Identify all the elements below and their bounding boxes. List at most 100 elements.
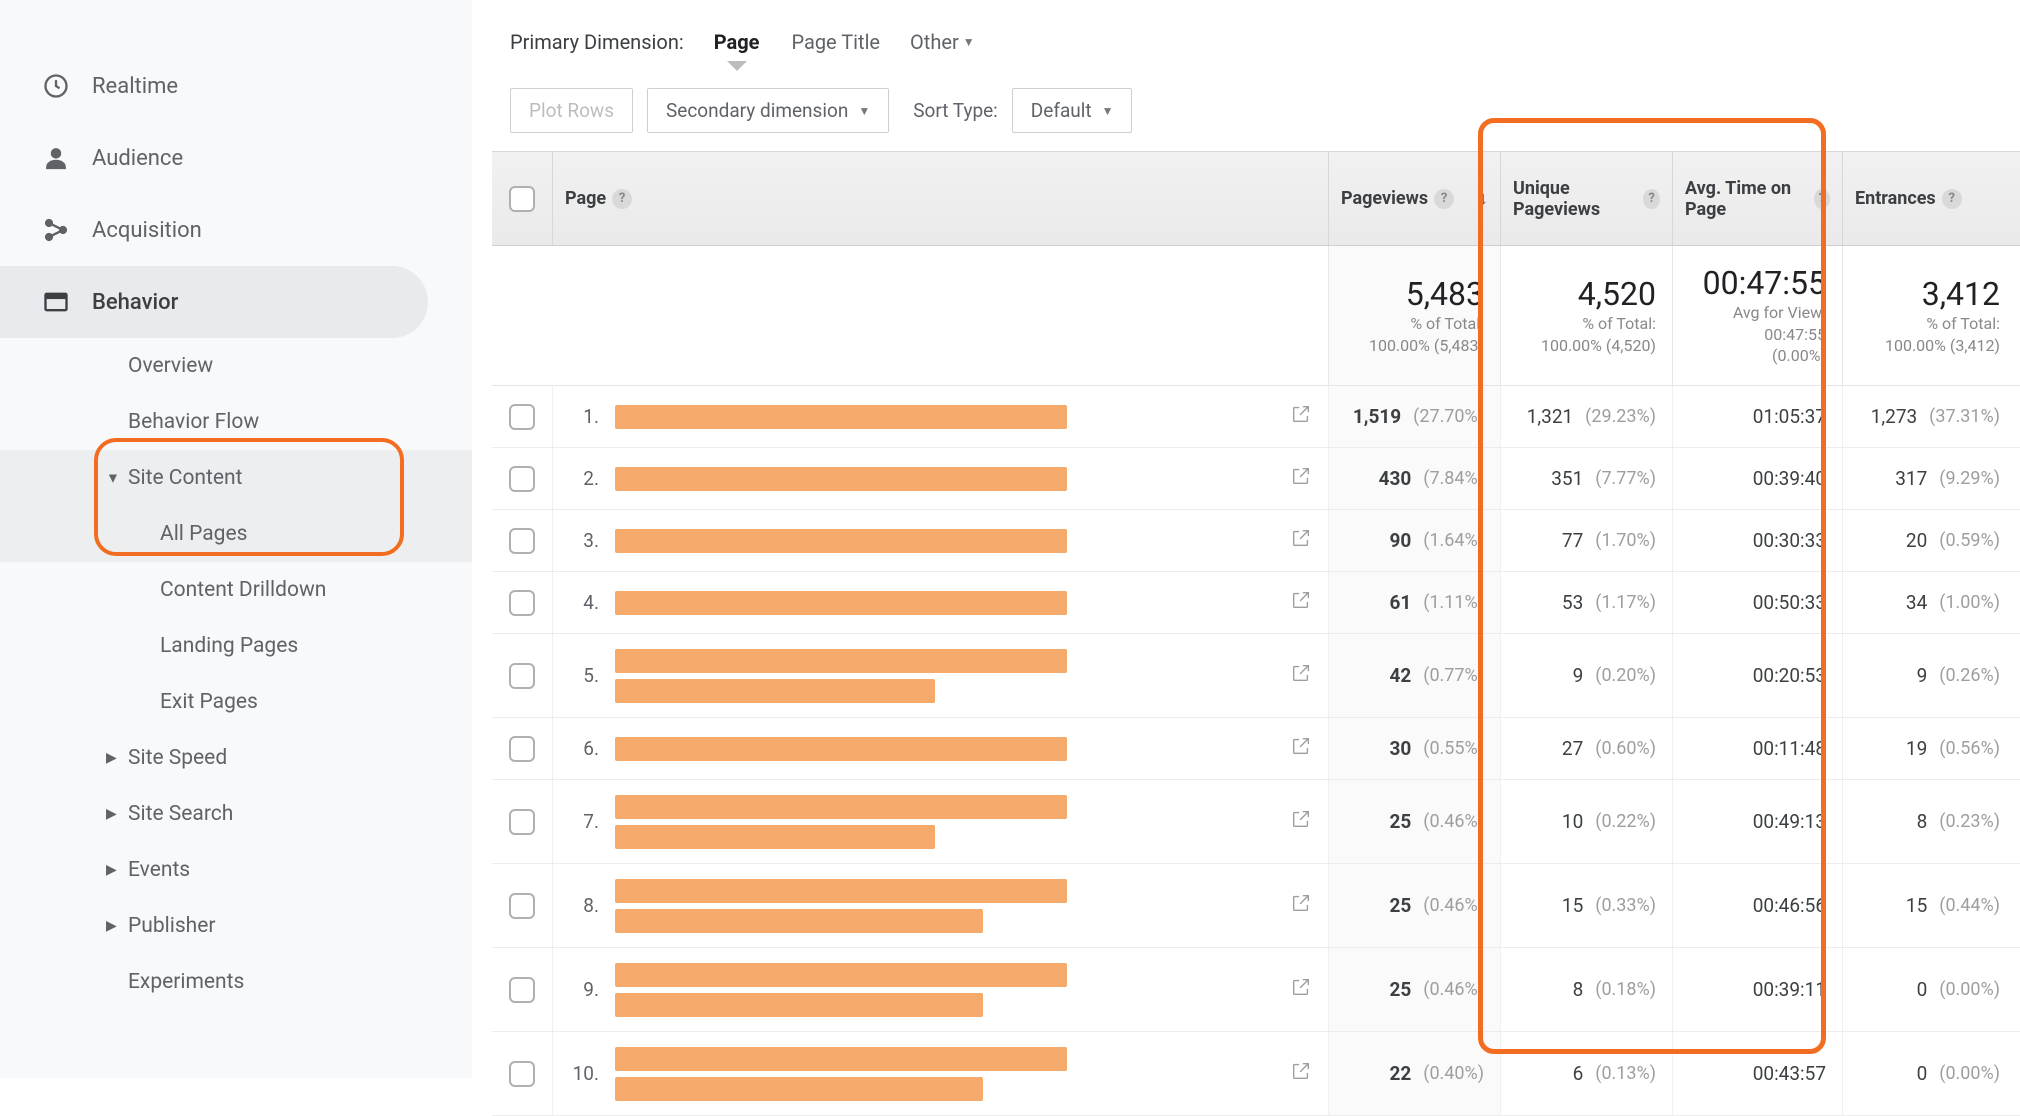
column-header-unique-pageviews[interactable]: Unique Pageviews ? bbox=[1500, 152, 1672, 245]
row-checkbox[interactable] bbox=[509, 466, 535, 492]
sidebar-item-experiments[interactable]: Experiments bbox=[0, 954, 472, 1010]
open-in-new-icon[interactable] bbox=[1290, 976, 1312, 1003]
secondary-dimension-dropdown[interactable]: Secondary dimension ▼ bbox=[647, 88, 889, 133]
help-icon[interactable]: ? bbox=[612, 189, 632, 209]
caret-down-icon: ▼ bbox=[963, 35, 975, 49]
sidebar-item-audience[interactable]: Audience bbox=[0, 122, 472, 194]
sidebar-item-site-speed[interactable]: ▶ Site Speed bbox=[0, 730, 472, 786]
row-number: 9. bbox=[569, 978, 599, 1001]
sidebar-label: Publisher bbox=[128, 914, 216, 938]
row-checkbox[interactable] bbox=[509, 736, 535, 762]
page-cell[interactable]: 2. bbox=[552, 448, 1328, 509]
unique-pageviews-cell: 1,321(29.23%) bbox=[1500, 386, 1672, 447]
table-row: 5.42(0.77%)9(0.20%)00:20:539(0.26%) bbox=[492, 634, 2020, 718]
clock-icon bbox=[42, 72, 92, 100]
sidebar-item-acquisition[interactable]: Acquisition bbox=[0, 194, 472, 266]
open-in-new-icon[interactable] bbox=[1290, 589, 1312, 616]
sidebar-item-publisher[interactable]: ▶ Publisher bbox=[0, 898, 472, 954]
row-checkbox[interactable] bbox=[509, 404, 535, 430]
sidebar-item-events[interactable]: ▶ Events bbox=[0, 842, 472, 898]
unique-pageviews-cell: 8(0.18%) bbox=[1500, 948, 1672, 1031]
dimension-tab-page-title[interactable]: Page Title bbox=[789, 24, 882, 60]
open-in-new-icon[interactable] bbox=[1290, 465, 1312, 492]
entrances-cell: 1,273(37.31%) bbox=[1842, 386, 2016, 447]
column-label: Unique Pageviews bbox=[1513, 178, 1637, 220]
page-cell[interactable]: 3. bbox=[552, 510, 1328, 571]
row-checkbox[interactable] bbox=[509, 977, 535, 1003]
unique-pageviews-cell: 27(0.60%) bbox=[1500, 718, 1672, 779]
row-select-cell bbox=[492, 864, 552, 947]
avg-time-cell: 00:43:57 bbox=[1672, 1032, 1842, 1115]
column-label: Entrances bbox=[1855, 188, 1936, 209]
open-in-new-icon[interactable] bbox=[1290, 403, 1312, 430]
open-in-new-icon[interactable] bbox=[1290, 808, 1312, 835]
select-all-checkbox[interactable] bbox=[509, 186, 535, 212]
sidebar-item-exit-pages[interactable]: Exit Pages bbox=[0, 674, 472, 730]
acquisition-icon bbox=[42, 216, 92, 244]
column-header-avg-time[interactable]: Avg. Time on Page ? bbox=[1672, 152, 1842, 245]
column-header-pageviews[interactable]: Pageviews ? ↓ bbox=[1328, 152, 1500, 245]
entrances-cell: 0(0.00%) bbox=[1842, 948, 2016, 1031]
row-number: 8. bbox=[569, 894, 599, 917]
help-icon[interactable]: ? bbox=[1434, 189, 1454, 209]
unique-pageviews-cell: 15(0.33%) bbox=[1500, 864, 1672, 947]
dimension-tab-page[interactable]: Page bbox=[712, 24, 762, 60]
plot-rows-button[interactable]: Plot Rows bbox=[510, 88, 633, 133]
avg-time-cell: 00:49:13 bbox=[1672, 780, 1842, 863]
open-in-new-icon[interactable] bbox=[1290, 1060, 1312, 1087]
page-cell[interactable]: 6. bbox=[552, 718, 1328, 779]
page-cell[interactable]: 9. bbox=[552, 948, 1328, 1031]
summary-value: 3,412 bbox=[1922, 275, 2000, 313]
page-cell[interactable]: 8. bbox=[552, 864, 1328, 947]
unique-pageviews-cell: 9(0.20%) bbox=[1500, 634, 1672, 717]
sidebar-item-behavior[interactable]: Behavior bbox=[0, 266, 428, 338]
unique-pageviews-cell: 77(1.70%) bbox=[1500, 510, 1672, 571]
avg-time-cell: 01:05:37 bbox=[1672, 386, 1842, 447]
row-checkbox[interactable] bbox=[509, 590, 535, 616]
row-checkbox[interactable] bbox=[509, 893, 535, 919]
sort-type-value: Default bbox=[1031, 99, 1092, 122]
pageviews-cell: 25(0.46%) bbox=[1328, 864, 1500, 947]
sidebar-item-site-content[interactable]: ▼ Site Content bbox=[0, 450, 472, 506]
column-header-page[interactable]: Page ? bbox=[552, 152, 1328, 245]
help-icon[interactable]: ? bbox=[1942, 189, 1962, 209]
page-cell[interactable]: 7. bbox=[552, 780, 1328, 863]
sort-type-dropdown[interactable]: Default ▼ bbox=[1012, 88, 1133, 133]
dimension-tab-other[interactable]: Other ▼ bbox=[910, 30, 975, 54]
open-in-new-icon[interactable] bbox=[1290, 735, 1312, 762]
sidebar-item-site-search[interactable]: ▶ Site Search bbox=[0, 786, 472, 842]
page-cell[interactable]: 4. bbox=[552, 572, 1328, 633]
column-header-entrances[interactable]: Entrances ? bbox=[1842, 152, 2016, 245]
open-in-new-icon[interactable] bbox=[1290, 662, 1312, 689]
page-cell[interactable]: 10. bbox=[552, 1032, 1328, 1115]
row-checkbox[interactable] bbox=[509, 1061, 535, 1087]
sidebar-label: Site Speed bbox=[128, 746, 227, 770]
row-checkbox[interactable] bbox=[509, 809, 535, 835]
row-checkbox[interactable] bbox=[509, 528, 535, 554]
page-cell[interactable]: 1. bbox=[552, 386, 1328, 447]
row-number: 1. bbox=[569, 405, 599, 428]
row-select-cell bbox=[492, 780, 552, 863]
table-header-row: Page ? Pageviews ? ↓ Unique Pageviews ? … bbox=[492, 152, 2020, 246]
sidebar-label: Acquisition bbox=[92, 218, 202, 243]
avg-time-cell: 00:39:40 bbox=[1672, 448, 1842, 509]
sidebar-item-behavior-flow[interactable]: Behavior Flow bbox=[0, 394, 472, 450]
sidebar-item-realtime[interactable]: Realtime bbox=[0, 50, 472, 122]
sidebar-item-content-drilldown[interactable]: Content Drilldown bbox=[0, 562, 472, 618]
column-label: Page bbox=[565, 188, 606, 209]
help-icon[interactable]: ? bbox=[1643, 189, 1660, 209]
sidebar-item-all-pages[interactable]: All Pages bbox=[0, 506, 472, 562]
table-row: 3.90(1.64%)77(1.70%)00:30:3320(0.59%) bbox=[492, 510, 2020, 572]
column-label: Pageviews bbox=[1341, 188, 1428, 209]
help-icon[interactable]: ? bbox=[1814, 189, 1830, 209]
open-in-new-icon[interactable] bbox=[1290, 527, 1312, 554]
row-number: 6. bbox=[569, 737, 599, 760]
open-in-new-icon[interactable] bbox=[1290, 892, 1312, 919]
sidebar-label: Content Drilldown bbox=[160, 578, 326, 602]
table-row: 4.61(1.11%)53(1.17%)00:50:3334(1.00%) bbox=[492, 572, 2020, 634]
sidebar-label: Exit Pages bbox=[160, 690, 258, 714]
sidebar-item-landing-pages[interactable]: Landing Pages bbox=[0, 618, 472, 674]
sidebar-item-overview[interactable]: Overview bbox=[0, 338, 472, 394]
page-cell[interactable]: 5. bbox=[552, 634, 1328, 717]
row-checkbox[interactable] bbox=[509, 663, 535, 689]
